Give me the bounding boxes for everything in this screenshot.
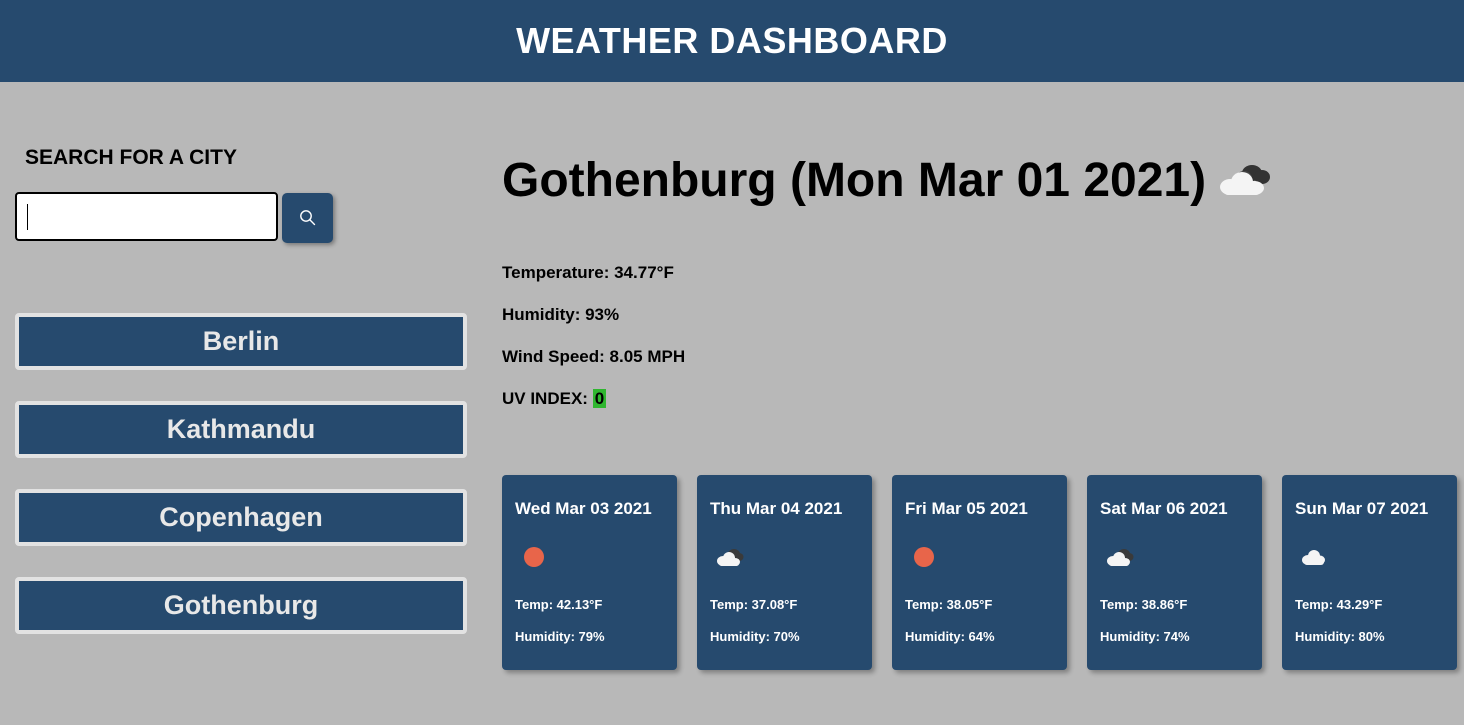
text-cursor: [27, 204, 28, 230]
humidity-text: Humidity: 93%: [502, 305, 620, 324]
forecast-humidity: Humidity: 80%: [1295, 629, 1385, 644]
forecast-date: Thu Mar 04 2021: [710, 499, 843, 518]
forecast-humidity: Humidity: 64%: [905, 629, 995, 644]
forecast-temp: Temp: 37.08°F: [710, 597, 798, 612]
current-weather-title: Gothenburg (Mon Mar 01 2021): [502, 150, 1274, 210]
uv-index-row: UV INDEX: 0: [502, 389, 607, 409]
forecast-card: Sun Mar 07 2021 Temp: 43.29°F Humidity: …: [1282, 475, 1457, 670]
forecast-humidity: Humidity: 79%: [515, 629, 605, 644]
forecast-card: Thu Mar 04 2021 Temp: 37.08°F Humidity: …: [697, 475, 872, 670]
history-city-button[interactable]: Gothenburg: [15, 577, 467, 634]
forecast-temp: Temp: 42.13°F: [515, 597, 603, 612]
forecast-card: Wed Mar 03 2021 Temp: 42.13°F Humidity: …: [502, 475, 677, 670]
uv-index-badge: 0: [592, 389, 607, 408]
forecast-date: Fri Mar 05 2021: [905, 499, 1028, 518]
forecast-date: Sat Mar 06 2021: [1100, 499, 1228, 518]
history-city-button[interactable]: Berlin: [15, 313, 467, 370]
forecast-date: Sun Mar 07 2021: [1295, 499, 1429, 518]
history-city-button[interactable]: Copenhagen: [15, 489, 467, 546]
forecast-temp: Temp: 43.29°F: [1295, 597, 1383, 612]
partly-cloudy-icon: [1107, 549, 1134, 566]
partly-cloudy-icon: [717, 549, 744, 566]
city-search-input[interactable]: [15, 192, 278, 241]
uv-index-label: UV INDEX:: [502, 389, 588, 408]
app-title: WEATHER DASHBOARD: [516, 20, 948, 61]
forecast-humidity: Humidity: 74%: [1100, 629, 1190, 644]
current-city-date: Gothenburg (Mon Mar 01 2021): [502, 153, 1207, 207]
app-header: WEATHER DASHBOARD: [0, 0, 1464, 82]
cloud-icon: [1302, 550, 1325, 565]
forecast-temp: Temp: 38.86°F: [1100, 597, 1188, 612]
sun-icon: [914, 547, 934, 567]
wind-speed-text: Wind Speed: 8.05 MPH: [502, 347, 686, 366]
search-button[interactable]: [282, 193, 333, 243]
history-city-button[interactable]: Kathmandu: [15, 401, 467, 458]
search-heading: SEARCH FOR A CITY: [25, 146, 237, 169]
temperature-text: Temperature: 34.77°F: [502, 263, 674, 282]
forecast-card: Sat Mar 06 2021 Temp: 38.86°F Humidity: …: [1087, 475, 1262, 670]
cloudy-icon: [1216, 159, 1274, 201]
search-icon: [299, 210, 315, 226]
forecast-date: Wed Mar 03 2021: [515, 499, 652, 518]
sun-icon: [524, 547, 544, 567]
forecast-humidity: Humidity: 70%: [710, 629, 800, 644]
forecast-card: Fri Mar 05 2021 Temp: 38.05°F Humidity: …: [892, 475, 1067, 670]
forecast-temp: Temp: 38.05°F: [905, 597, 993, 612]
